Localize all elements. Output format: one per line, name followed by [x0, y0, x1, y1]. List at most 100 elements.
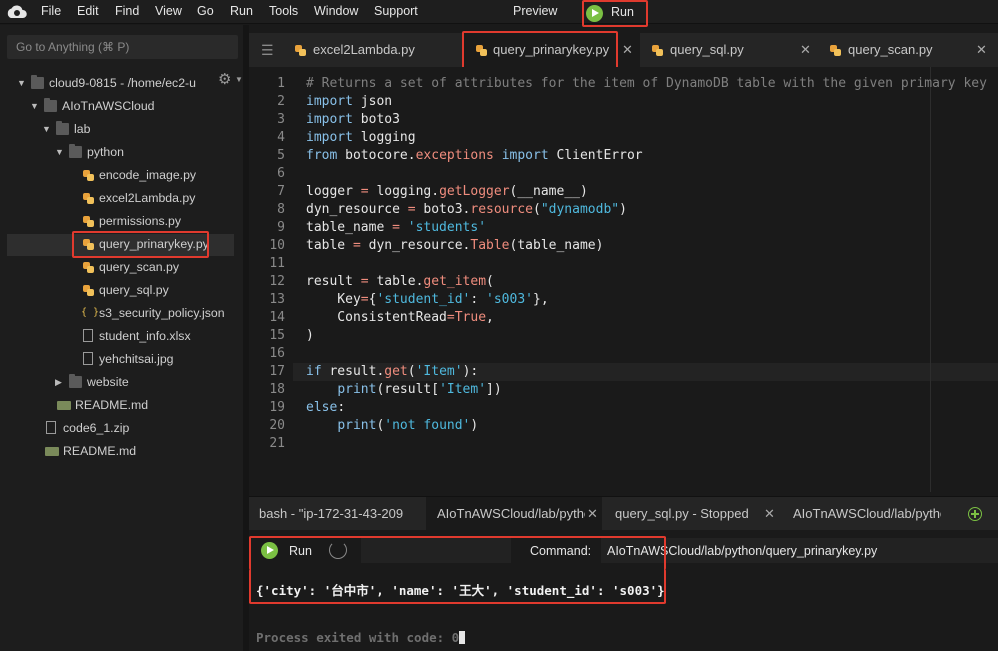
tree-item-label: s3_security_policy.json: [99, 306, 225, 320]
add-tab-icon[interactable]: [968, 507, 982, 521]
python-file-icon: [295, 45, 306, 56]
line-number: 14: [269, 310, 285, 325]
tree-file-readme-root[interactable]: README.md: [0, 441, 243, 461]
tree-file-s3-security-policy[interactable]: { } s3_security_policy.json: [0, 303, 243, 323]
menu-edit[interactable]: Edit: [77, 4, 99, 18]
code-line: ConsistentRead=True,: [306, 309, 494, 327]
tree-folder-website[interactable]: ▶ website: [0, 372, 243, 392]
menu-go[interactable]: Go: [197, 4, 214, 18]
python-file-icon: [830, 45, 841, 56]
menu-window[interactable]: Window: [314, 4, 358, 18]
tree-file-excel2lambda[interactable]: excel2Lambda.py: [0, 188, 243, 208]
tree-folder-python[interactable]: ▼ python: [0, 142, 243, 162]
code-token: :: [337, 400, 346, 415]
python-file-icon: [652, 45, 663, 56]
tree-file-permissions[interactable]: permissions.py: [0, 211, 243, 231]
code-line: logger = logging.getLogger(__name__): [306, 183, 588, 201]
code-line: if result.get('Item'):: [306, 363, 478, 381]
close-icon[interactable]: ✕: [800, 33, 811, 67]
markdown-file-icon: [57, 401, 71, 410]
exit-message-text: Process exited with code: 0: [256, 630, 460, 645]
tree-folder-aiotnawscloud[interactable]: ▼ AIoTnAWSCloud: [0, 96, 243, 116]
code-token: :: [470, 292, 487, 307]
code-token: =: [352, 238, 361, 253]
tree-item-label: lab: [74, 122, 91, 136]
code-token: ClientError: [548, 148, 643, 163]
code-token: get_item: [423, 274, 487, 289]
tab-list-menu-icon[interactable]: ☰: [261, 42, 274, 59]
chevron-down-icon[interactable]: ▼: [42, 119, 51, 139]
play-icon: [586, 5, 603, 22]
line-number: 9: [277, 220, 285, 235]
code-token: if: [306, 364, 322, 379]
code-token: =: [407, 202, 416, 217]
preview-button[interactable]: Preview: [513, 4, 557, 18]
menu-find[interactable]: Find: [115, 4, 139, 18]
code-token: 'student_id': [376, 292, 471, 307]
code-token: },: [533, 292, 549, 307]
run-button[interactable]: Run: [582, 0, 648, 27]
chevron-right-icon[interactable]: ▶: [55, 372, 62, 392]
chevron-down-icon[interactable]: ▼: [30, 96, 39, 116]
tree-item-label: README.md: [63, 444, 137, 458]
console-tab-run-other[interactable]: AIoTnAWSCloud/lab/pytho: [780, 497, 956, 531]
code-token: 'students': [407, 220, 487, 235]
python-file-icon: [83, 285, 94, 296]
line-number: 10: [269, 238, 285, 253]
folder-icon: [69, 374, 82, 388]
go-to-anything-input[interactable]: Go to Anything (⌘ P): [7, 35, 238, 59]
code-token: Table: [470, 238, 510, 253]
code-token: botocore.: [337, 148, 416, 163]
chevron-down-icon[interactable]: ▼: [55, 142, 64, 162]
code-token: exceptions: [415, 148, 494, 163]
tree-item-label: cloud9-0815 - /home/ec2-u: [49, 76, 196, 90]
tree-folder-cloud9-0815[interactable]: ▼ cloud9-0815 - /home/ec2-u: [0, 73, 243, 93]
close-icon[interactable]: ✕: [622, 33, 633, 67]
line-number: 8: [277, 202, 285, 217]
tab-label: query_sql.py - Stopped: [615, 506, 749, 521]
menu-view[interactable]: View: [155, 4, 182, 18]
line-number: 4: [277, 130, 285, 145]
menu-support[interactable]: Support: [374, 4, 418, 18]
tab-query-sql[interactable]: query_sql.py ✕: [652, 33, 817, 67]
code-token: dyn_resource: [306, 202, 408, 217]
tab-label: AIoTnAWSCloud/lab/pytho: [437, 506, 585, 521]
chevron-down-icon[interactable]: ▼: [17, 73, 26, 93]
tab-label: query_sql.py: [670, 42, 744, 57]
code-token: True: [454, 310, 487, 325]
line-number: 2: [277, 94, 285, 109]
code-token: boto3: [352, 112, 400, 127]
console-tab-run-prinarykey[interactable]: AIoTnAWSCloud/lab/pytho ✕: [426, 497, 602, 531]
console-output[interactable]: {'city': '台中市', 'name': '王大', 'student_i…: [249, 569, 998, 651]
close-icon[interactable]: ✕: [976, 33, 987, 67]
close-icon[interactable]: ✕: [587, 497, 598, 531]
tree-file-yehchitsai[interactable]: yehchitsai.jpg: [0, 349, 243, 369]
tab-query-scan[interactable]: query_scan.py ✕: [830, 33, 998, 67]
line-number: 1: [277, 76, 285, 91]
code-token: getLogger: [439, 184, 510, 199]
tree-file-query-sql[interactable]: query_sql.py: [0, 280, 243, 300]
console-tab-bash[interactable]: bash - "ip-172-31-43-209: [249, 497, 426, 531]
tree-folder-lab[interactable]: ▼ lab: [0, 119, 243, 139]
menu-run[interactable]: Run: [230, 4, 253, 18]
tree-item-label: excel2Lambda.py: [99, 191, 196, 205]
cloud9-logo-icon[interactable]: [6, 3, 28, 21]
tree-file-student-info[interactable]: student_info.xlsx: [0, 326, 243, 346]
tree-file-query-scan[interactable]: query_scan.py: [0, 257, 243, 277]
code-line: table = dyn_resource.Table(table_name): [306, 237, 603, 255]
code-token: (table_name): [509, 238, 604, 253]
code-token: logger: [306, 184, 361, 199]
console-tab-query-sql[interactable]: query_sql.py - Stopped ✕: [602, 497, 780, 531]
tree-file-readme-lab[interactable]: README.md: [0, 395, 243, 415]
tab-label: AIoTnAWSCloud/lab/pytho: [793, 506, 941, 521]
line-number: 17: [269, 364, 285, 379]
menu-file[interactable]: File: [41, 4, 61, 18]
code-editor[interactable]: 1 2 3 4 5 6 7 8 9 10 11 12 13 14 15 16 17 18 19 20 21 # Retu…: [249, 67, 998, 492]
menu-tools[interactable]: Tools: [269, 4, 298, 18]
close-icon[interactable]: ✕: [764, 497, 775, 531]
tab-excel2lambda[interactable]: excel2Lambda.py: [295, 33, 463, 67]
tree-file-encode-image[interactable]: encode_image.py: [0, 165, 243, 185]
tree-file-code6-1-zip[interactable]: code6_1.zip: [0, 418, 243, 438]
